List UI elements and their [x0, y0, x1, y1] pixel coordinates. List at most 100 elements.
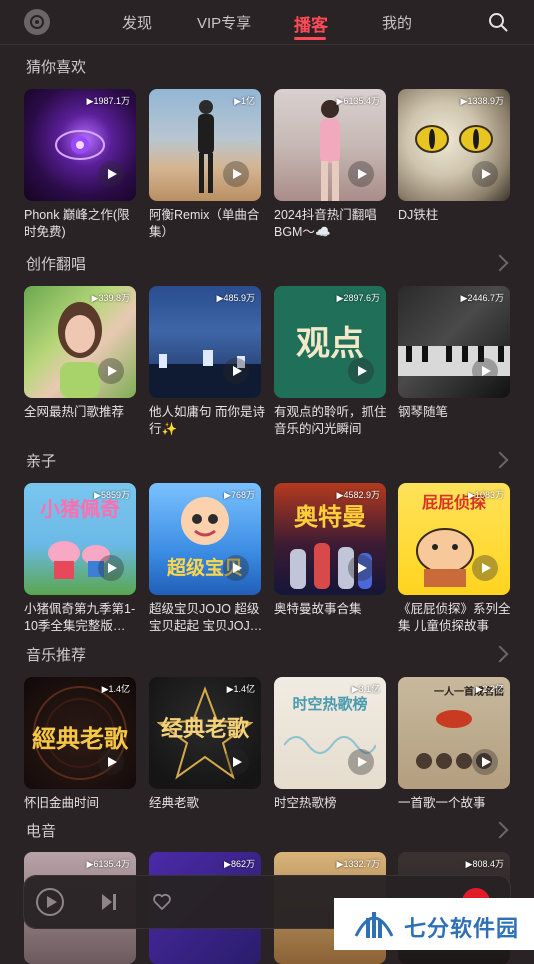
- section-title: 音乐推荐: [26, 647, 87, 664]
- card-title[interactable]: 全网最热门歌推荐: [24, 404, 142, 421]
- card-cover[interactable]: ▶339.8万: [24, 286, 136, 398]
- play-icon[interactable]: [223, 555, 249, 581]
- chevron-right-icon[interactable]: [491, 451, 509, 469]
- section-title: 创作翻唱: [26, 256, 87, 273]
- tab-podcast[interactable]: 播客: [294, 11, 328, 36]
- cover-title: 观点: [296, 325, 364, 363]
- card-cover[interactable]: ▶1338.9万: [398, 89, 510, 201]
- card-title[interactable]: 小猪佩奇第九季第1-10季全集完整版…: [24, 601, 142, 635]
- card-cover[interactable]: 经典老歌 ▶1.4亿: [149, 677, 261, 789]
- card-cover[interactable]: 奥特曼 ▶4582.9万: [274, 483, 386, 595]
- podcast-card[interactable]: 經典老歌 ▶1.4亿 怀旧金曲时间: [24, 677, 136, 812]
- card-title[interactable]: Phonk 巅峰之作(限时免费): [24, 207, 142, 241]
- play-icon[interactable]: [472, 161, 498, 187]
- podcast-card[interactable]: ▶485.9万 他人如庸句 而你是诗行✨: [149, 286, 265, 438]
- card-cover[interactable]: 經典老歌 ▶1.4亿: [24, 677, 136, 789]
- card-title[interactable]: 2024抖音热门翻唱BGM～☁️: [274, 207, 392, 241]
- play-count: ▶3.1亿: [351, 684, 380, 694]
- play-count: ▶768万: [224, 490, 255, 500]
- podcast-card[interactable]: 超级宝贝 ▶768万 超级宝贝JOJO 超级宝贝起起 宝贝JOJ…: [149, 483, 262, 635]
- card-title[interactable]: 他人如庸句 而你是诗行✨: [149, 404, 267, 438]
- jojo-art-icon: [181, 497, 229, 545]
- play-icon[interactable]: [98, 358, 124, 384]
- podcast-card[interactable]: ▶1338.9万 DJ铁柱: [398, 89, 510, 224]
- card-title[interactable]: 怀旧金曲时间: [24, 795, 142, 812]
- section-title: 亲子: [26, 453, 57, 470]
- podcast-card[interactable]: 经典老歌 ▶1.4亿 经典老歌: [149, 677, 261, 812]
- podcast-card[interactable]: 时空热歌榜 ▶3.1亿 时空热歌榜: [274, 677, 386, 812]
- podcast-card[interactable]: ▶1987.1万 Phonk 巅峰之作(限时免费): [24, 89, 136, 241]
- play-count: ▶1.4亿: [226, 684, 255, 694]
- podcast-card[interactable]: 屁屁侦探 ▶1083万 《屁屁侦探》系列全集 儿童侦探故事: [398, 483, 511, 635]
- card-cover[interactable]: 屁屁侦探 ▶1083万: [398, 483, 510, 595]
- play-icon[interactable]: [98, 555, 124, 581]
- card-title[interactable]: 钢琴随笔: [398, 404, 516, 421]
- play-icon[interactable]: [348, 161, 374, 187]
- podcast-card[interactable]: ▶339.8万 全网最热门歌推荐: [24, 286, 136, 421]
- play-count: ▶1332.7万: [336, 859, 380, 869]
- card-cover[interactable]: ▶485.9万: [149, 286, 261, 398]
- card-title[interactable]: DJ铁柱: [398, 207, 516, 224]
- app-logo-icon[interactable]: [24, 9, 50, 35]
- tab-discover[interactable]: 发现: [122, 12, 152, 33]
- card-cover[interactable]: 时空热歌榜 ▶3.1亿: [274, 677, 386, 789]
- card-title[interactable]: 阿衡Remix（单曲合集）: [149, 207, 267, 241]
- tab-vip[interactable]: VIP专享: [197, 12, 251, 33]
- card-cover[interactable]: 小猪佩奇 ▶5859万: [24, 483, 136, 595]
- card-title[interactable]: 经典老歌: [149, 795, 267, 812]
- play-icon[interactable]: [472, 749, 498, 775]
- chevron-right-icon[interactable]: [491, 645, 509, 663]
- play-icon[interactable]: [98, 161, 124, 187]
- card-title[interactable]: 有观点的聆听，抓住音乐的闪光瞬间: [274, 404, 392, 438]
- heart-icon[interactable]: [152, 892, 172, 912]
- podcast-card[interactable]: ▶6135.4万 2024抖音热门翻唱BGM～☁️: [274, 89, 386, 241]
- play-icon[interactable]: [223, 749, 249, 775]
- cover-title: 经典老歌: [160, 716, 249, 741]
- podcast-card[interactable]: 观点 ▶2897.6万 有观点的聆听，抓住音乐的闪光瞬间: [274, 286, 387, 438]
- play-count: ▶1亿: [234, 96, 255, 106]
- podcast-card[interactable]: 一人一首成名曲 ▶2.2亿 一首歌一个故事: [398, 677, 510, 812]
- card-title[interactable]: 时空热歌榜: [274, 795, 392, 812]
- card-cover[interactable]: ▶1987.1万: [24, 89, 136, 201]
- card-cover[interactable]: ▶2446.7万: [398, 286, 510, 398]
- card-cover[interactable]: 超级宝贝 ▶768万: [149, 483, 261, 595]
- play-icon[interactable]: [36, 888, 64, 916]
- watermark: 七分软件园: [334, 898, 534, 950]
- card-title[interactable]: 一首歌一个故事: [398, 795, 516, 812]
- podcast-card[interactable]: 小猪佩奇 ▶5859万 小猪佩奇第九季第1-10季全集完整版…: [24, 483, 136, 635]
- card-title[interactable]: 奥特曼故事合集: [274, 601, 392, 618]
- chevron-right-icon[interactable]: [491, 821, 509, 839]
- card-title[interactable]: 《屁屁侦探》系列全集 儿童侦探故事: [398, 601, 516, 635]
- play-icon[interactable]: [223, 161, 249, 187]
- card-cover[interactable]: ▶6135.4万: [274, 89, 386, 201]
- play-count: ▶5859万: [94, 490, 130, 500]
- play-count: ▶1338.9万: [460, 96, 504, 106]
- card-cover[interactable]: 观点 ▶2897.6万: [274, 286, 386, 398]
- cover-title: 經典老歌: [32, 726, 128, 753]
- play-count: ▶2.2亿: [475, 684, 504, 694]
- tab-mine[interactable]: 我的: [382, 12, 412, 33]
- play-count: ▶2897.6万: [336, 293, 380, 303]
- skip-next-icon[interactable]: [102, 894, 116, 910]
- podcast-card[interactable]: ▶2446.7万 钢琴随笔: [398, 286, 510, 421]
- card-cover[interactable]: 一人一首成名曲 ▶2.2亿: [398, 677, 510, 789]
- watermark-text: 七分软件园: [404, 916, 520, 941]
- card-cover[interactable]: ▶1亿: [149, 89, 261, 201]
- play-icon[interactable]: [472, 555, 498, 581]
- chevron-right-icon[interactable]: [491, 254, 509, 272]
- search-icon[interactable]: [488, 12, 508, 32]
- play-icon[interactable]: [98, 749, 124, 775]
- play-icon[interactable]: [348, 749, 374, 775]
- cover-title: 时空热歌榜: [292, 696, 368, 713]
- play-icon[interactable]: [348, 358, 374, 384]
- play-count: ▶862万: [224, 859, 255, 869]
- watermark-logo-icon: [354, 912, 394, 938]
- podcast-card[interactable]: 奥特曼 ▶4582.9万 奥特曼故事合集: [274, 483, 386, 618]
- play-icon[interactable]: [223, 358, 249, 384]
- figure-art-icon: [320, 100, 340, 201]
- card-title[interactable]: 超级宝贝JOJO 超级宝贝起起 宝贝JOJ…: [149, 601, 267, 635]
- play-icon[interactable]: [472, 358, 498, 384]
- section-title: 电音: [26, 823, 57, 840]
- play-icon[interactable]: [348, 555, 374, 581]
- podcast-card[interactable]: ▶1亿 阿衡Remix（单曲合集）: [149, 89, 261, 241]
